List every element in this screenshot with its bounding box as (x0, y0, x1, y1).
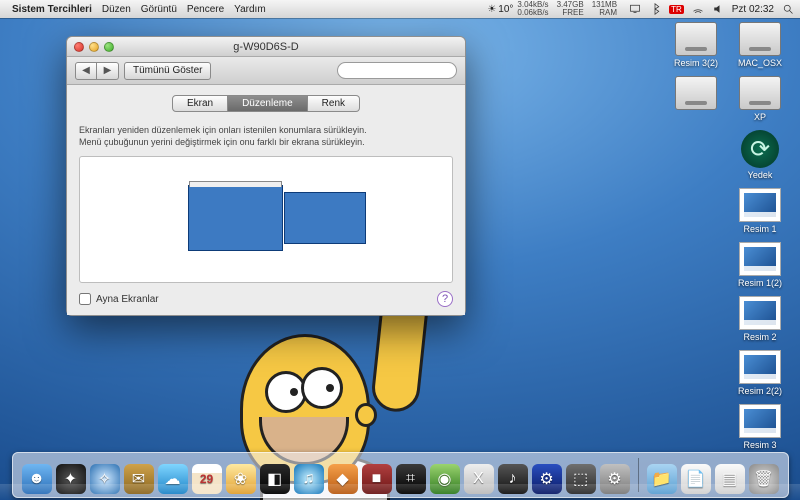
desktop-icon[interactable]: Resim 3(2) (664, 22, 728, 68)
spotlight-icon[interactable] (782, 3, 794, 15)
arrange-instructions: Ekranları yeniden düzenlemek için onları… (79, 124, 453, 148)
search-input[interactable] (346, 65, 458, 76)
image-file-icon (739, 296, 781, 330)
dock-separator (638, 458, 639, 492)
menu-view[interactable]: Görüntü (141, 4, 177, 15)
dock-documents[interactable]: 📄 (681, 464, 711, 494)
monitor-secondary[interactable] (284, 192, 366, 244)
desktop-icon[interactable]: MAC_OSX (728, 22, 792, 68)
disk-stats: 3.47GBFREE (557, 1, 584, 17)
app-menu[interactable]: Sistem Tercihleri (12, 4, 92, 15)
dock-trash[interactable]: 🗑 (749, 464, 779, 494)
dock: ☻✦✧✉☁29❀◧♫◆■⌗◉X♪⚙⬚⚙📁📄▤🗑 (12, 452, 789, 498)
hard-drive-icon (675, 22, 717, 56)
menu-edit[interactable]: Düzen (102, 4, 131, 15)
image-file-icon (739, 350, 781, 384)
image-file-icon (739, 404, 781, 438)
mirror-displays-checkbox[interactable] (79, 293, 91, 305)
volume-icon[interactable] (712, 3, 724, 15)
window-titlebar[interactable]: g-W90D6S-D (67, 37, 465, 57)
dock-app-sysprefs[interactable]: ⚙ (600, 464, 630, 494)
desktop-icon-label: Yedek (748, 170, 773, 180)
dock-app-audio[interactable]: ♪ (498, 464, 528, 494)
desktop-icon[interactable] (664, 76, 728, 122)
tab-display[interactable]: Ekran (172, 95, 228, 112)
display-arrangement-area[interactable] (79, 156, 453, 283)
tab-arrange[interactable]: Düzenleme (228, 95, 308, 112)
bluetooth-icon[interactable] (649, 3, 661, 15)
weather-menuextra[interactable]: ☀ 10° (487, 4, 513, 15)
show-all-button[interactable]: Tümünü Göster (124, 62, 211, 80)
desktop-icon-label: Resim 1(2) (738, 278, 782, 288)
dock-app-nettool[interactable]: ⚙ (532, 464, 562, 494)
mirror-displays-label: Ayna Ekranlar (96, 294, 432, 305)
hard-drive-icon (675, 76, 717, 110)
desktop-icon-label: Resim 3(2) (674, 58, 718, 68)
menu-window[interactable]: Pencere (187, 4, 224, 15)
system-preferences-window: g-W90D6S-D ◀ ▶ Tümünü Göster Ekran Düzen… (66, 36, 466, 316)
keyboard-layout[interactable]: TR (669, 5, 684, 14)
airport-icon[interactable] (692, 3, 704, 15)
dock-app-ichat[interactable]: ☁ (158, 464, 188, 494)
display-menuextra-icon[interactable] (629, 3, 641, 15)
dock-app-iphoto[interactable]: ❀ (226, 464, 256, 494)
monitor-primary[interactable] (188, 185, 283, 251)
dock-app-app1[interactable]: ◆ (328, 464, 358, 494)
tab-color[interactable]: Renk (308, 95, 360, 112)
dock-app-ical[interactable]: 29 (192, 464, 222, 494)
image-file-icon (739, 188, 781, 222)
clock[interactable]: Pzt 02:32 (732, 4, 774, 15)
dock-app-finder[interactable]: ☻ (22, 464, 52, 494)
timemachine-icon (741, 130, 779, 168)
image-file-icon (739, 242, 781, 276)
desktop-icon-label: Resim 2 (743, 332, 776, 342)
desktop-icon[interactable]: XP (728, 76, 792, 122)
dock-container: ☻✦✧✉☁29❀◧♫◆■⌗◉X♪⚙⬚⚙📁📄▤🗑 (0, 452, 800, 500)
dock-downloads[interactable]: 📁 (647, 464, 677, 494)
desktop-icon-label: MAC_OSX (738, 58, 782, 68)
desktop-icon-label: Resim 1 (743, 224, 776, 234)
display-tabs: Ekran Düzenleme Renk (79, 95, 453, 112)
forward-button[interactable]: ▶ (97, 62, 119, 80)
dock-app-app5[interactable]: ⬚ (566, 464, 596, 494)
desktop-icons: Resim 3(2) MAC_OSX XP Yedek Resim 1 Resim 1(2… (664, 22, 794, 458)
menu-help[interactable]: Yardım (234, 4, 266, 15)
dock-app-mail[interactable]: ✉ (124, 464, 154, 494)
dock-app-app3[interactable]: ⌗ (396, 464, 426, 494)
search-field[interactable] (337, 62, 457, 79)
desktop-icon[interactable]: Resim 2 (728, 296, 792, 342)
ram-stats: 131MBRAM (592, 1, 617, 17)
back-button[interactable]: ◀ (75, 62, 97, 80)
dock-app-app4[interactable]: ◉ (430, 464, 460, 494)
help-button[interactable]: ? (437, 291, 453, 307)
dock-app-itunes[interactable]: ♫ (294, 464, 324, 494)
hard-drive-icon (739, 22, 781, 56)
menubar: Sistem Tercihleri Düzen Görüntü Pencere … (0, 0, 800, 18)
desktop-icon[interactable]: Resim 3 (728, 404, 792, 450)
hard-drive-icon (739, 76, 781, 110)
desktop-icon[interactable]: Resim 1(2) (728, 242, 792, 288)
dock-app-preview[interactable]: ◧ (260, 464, 290, 494)
net-stats: 3.04kB/s0.06kB/s (517, 1, 548, 17)
desktop-icon[interactable]: Resim 2(2) (728, 350, 792, 396)
desktop-icon-label: XP (754, 112, 766, 122)
dock-app-safari[interactable]: ✧ (90, 464, 120, 494)
desktop-icon[interactable]: Yedek (728, 130, 792, 180)
dock-app-x11[interactable]: X (464, 464, 494, 494)
desktop-icon[interactable]: Resim 1 (728, 188, 792, 234)
desktop-icon-label: Resim 2(2) (738, 386, 782, 396)
dock-app-app2[interactable]: ■ (362, 464, 392, 494)
dock-stack[interactable]: ▤ (715, 464, 745, 494)
window-toolbar: ◀ ▶ Tümünü Göster (67, 57, 465, 85)
desktop-icon-label: Resim 3 (743, 440, 776, 450)
window-title: g-W90D6S-D (67, 41, 465, 53)
dock-app-dashboard[interactable]: ✦ (56, 464, 86, 494)
